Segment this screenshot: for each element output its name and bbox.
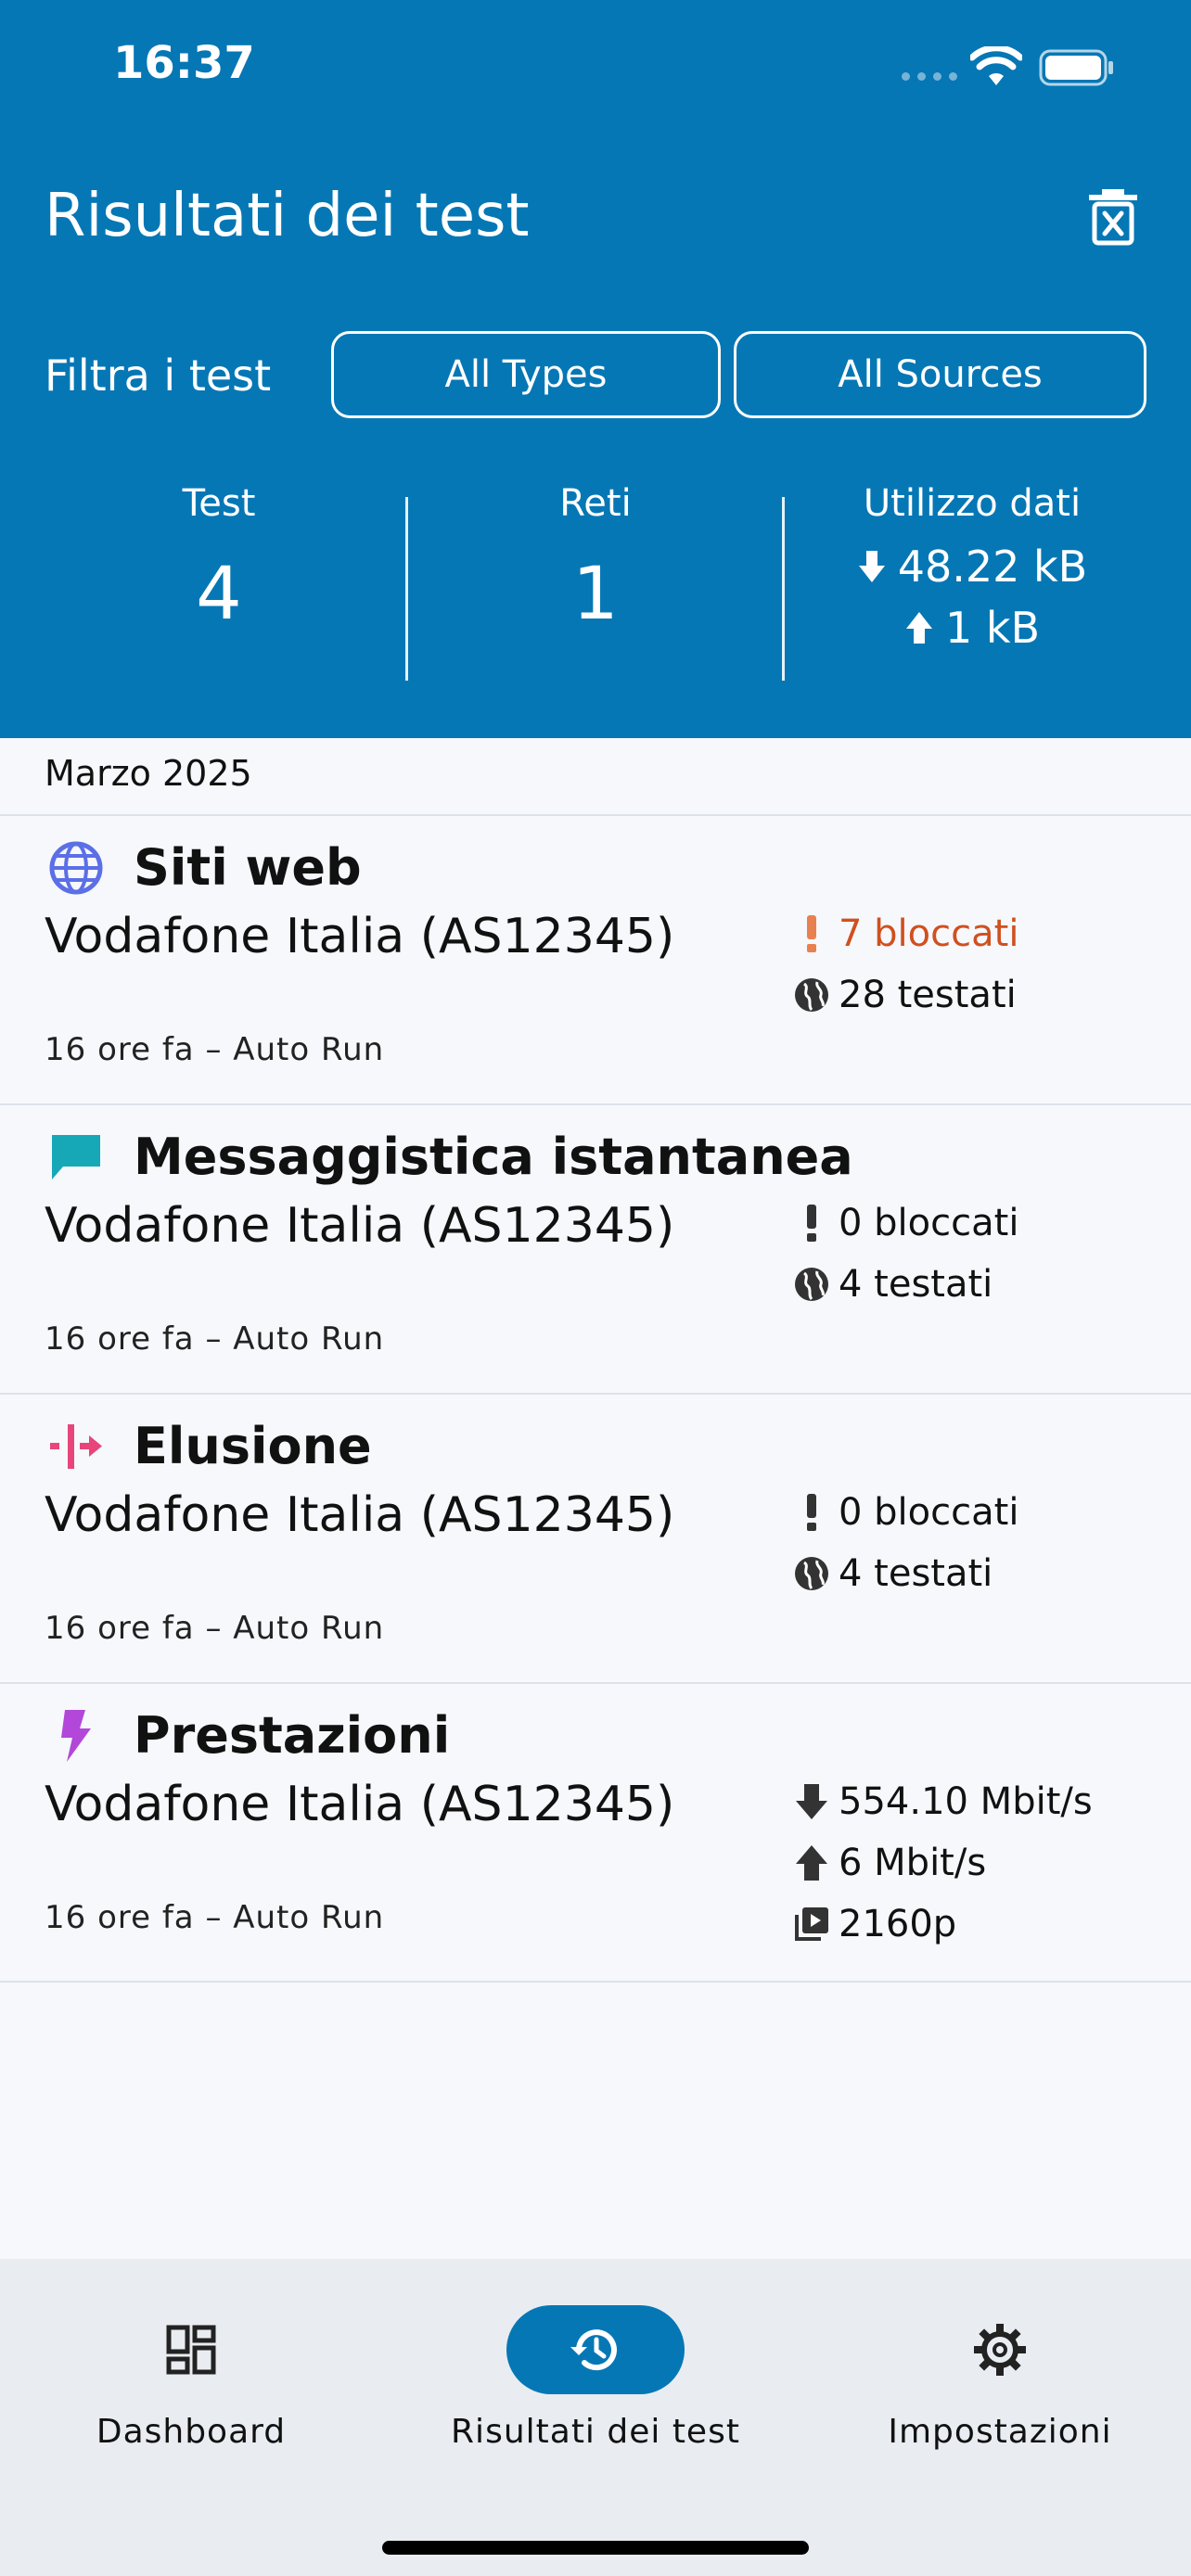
delete-all-icon[interactable] xyxy=(1085,187,1141,247)
month-header: Marzo 2025 xyxy=(45,753,252,794)
globe-icon xyxy=(49,841,103,895)
nav-dashboard-label: Dashboard xyxy=(96,2413,287,2451)
upload-arrow-icon xyxy=(796,1845,827,1881)
exclamation-icon xyxy=(807,915,816,952)
filter-types-button[interactable]: All Types xyxy=(331,331,721,418)
gear-icon xyxy=(974,2324,1026,2376)
result-meta: 16 ore fa – Auto Run xyxy=(45,1031,385,1068)
result-meta: 16 ore fa – Auto Run xyxy=(45,1899,385,1936)
result-title: Siti web xyxy=(134,838,362,897)
result-row-websites[interactable]: Siti web Vodafone Italia (AS12345) 16 or… xyxy=(0,814,1191,1105)
bottom-navigation: Dashboard Risultati dei test Impostazion… xyxy=(0,2259,1191,2576)
chat-icon xyxy=(52,1135,100,1180)
result-network: Vodafone Italia (AS12345) xyxy=(45,909,675,964)
stat-tests-value: 4 xyxy=(196,553,242,636)
page-title: Risultati dei test xyxy=(45,182,530,250)
stat-data-usage: Utilizzo dati 48.22 kB 1 kB xyxy=(787,482,1158,653)
result-title: Elusione xyxy=(134,1417,372,1475)
home-indicator xyxy=(382,2541,809,2555)
stat-networks: Reti 1 xyxy=(410,482,781,636)
metric-blocked: 0 bloccati xyxy=(788,1202,1018,1244)
metric-upload-value: 6 Mbit/s xyxy=(839,1842,987,1884)
result-row-performance[interactable]: Prestazioni Vodafone Italia (AS12345) 16… xyxy=(0,1682,1191,1983)
nav-results-active-pill xyxy=(506,2305,685,2394)
circumvention-icon xyxy=(50,1424,102,1469)
upload-arrow-icon xyxy=(905,612,932,644)
signal-icon xyxy=(902,72,957,81)
lightning-icon xyxy=(61,1710,91,1762)
result-row-messaging[interactable]: Messaggistica istantanea Vodafone Italia… xyxy=(0,1103,1191,1395)
result-meta: 16 ore fa – Auto Run xyxy=(45,1320,385,1358)
data-upload: 1 kB xyxy=(787,603,1158,653)
stat-networks-value: 1 xyxy=(572,553,619,636)
metric-tested-value: 28 testati xyxy=(839,974,1017,1016)
metric-blocked: 0 bloccati xyxy=(788,1491,1018,1534)
stat-divider xyxy=(782,497,785,681)
globe-filled-icon xyxy=(795,1268,828,1301)
exclamation-icon xyxy=(807,1205,816,1242)
result-title: Prestazioni xyxy=(134,1706,451,1765)
result-row-circumvention[interactable]: Elusione Vodafone Italia (AS12345) 16 or… xyxy=(0,1393,1191,1684)
stat-divider xyxy=(405,497,408,681)
data-download-value: 48.22 kB xyxy=(897,542,1088,592)
result-meta: 16 ore fa – Auto Run xyxy=(45,1610,385,1647)
globe-filled-icon xyxy=(795,978,828,1012)
filter-sources-button[interactable]: All Sources xyxy=(734,331,1146,418)
download-arrow-icon xyxy=(858,551,885,582)
globe-filled-icon xyxy=(795,1557,828,1590)
metric-download-value: 554.10 Mbit/s xyxy=(839,1780,1093,1823)
result-network: Vodafone Italia (AS12345) xyxy=(45,1198,675,1254)
metric-blocked-value: 0 bloccati xyxy=(839,1202,1019,1244)
metric-upload: 6 Mbit/s xyxy=(788,1842,986,1884)
metric-tested: 4 testati xyxy=(788,1552,992,1595)
settings-icon-wrap xyxy=(911,2305,1089,2394)
metric-download: 554.10 Mbit/s xyxy=(788,1780,1093,1823)
dashboard-icon-wrap xyxy=(102,2305,280,2394)
metric-blocked: 7 bloccati xyxy=(788,912,1018,955)
metric-tested-value: 4 testati xyxy=(839,1552,993,1595)
metric-video-value: 2160p xyxy=(839,1903,957,1945)
metric-tested: 28 testati xyxy=(788,974,1017,1016)
metric-video: 2160p xyxy=(788,1903,956,1945)
metric-blocked-value: 7 bloccati xyxy=(839,912,1019,955)
result-title: Messaggistica istantanea xyxy=(134,1128,853,1186)
stat-data-label: Utilizzo dati xyxy=(863,482,1082,525)
exclamation-icon xyxy=(807,1494,816,1531)
data-upload-value: 1 kB xyxy=(944,603,1041,653)
stat-tests-label: Test xyxy=(182,482,256,525)
dashboard-icon xyxy=(166,2325,216,2375)
header: 16:37 Risultati dei test Filtra i test A… xyxy=(0,0,1191,738)
nav-dashboard[interactable]: Dashboard xyxy=(96,2305,285,2451)
metric-tested: 4 testati xyxy=(788,1263,992,1306)
nav-settings[interactable]: Impostazioni xyxy=(888,2305,1111,2451)
data-download: 48.22 kB xyxy=(787,542,1158,592)
metric-tested-value: 4 testati xyxy=(839,1263,993,1306)
result-network: Vodafone Italia (AS12345) xyxy=(45,1777,675,1832)
wifi-icon xyxy=(970,46,1022,85)
metric-blocked-value: 0 bloccati xyxy=(839,1491,1019,1534)
download-arrow-icon xyxy=(796,1784,827,1819)
nav-results-label: Risultati dei test xyxy=(451,2413,740,2451)
video-library-icon xyxy=(795,1907,828,1941)
filter-label: Filtra i test xyxy=(45,351,272,401)
status-time: 16:37 xyxy=(113,37,255,89)
nav-results[interactable]: Risultati dei test xyxy=(451,2305,739,2451)
nav-settings-label: Impostazioni xyxy=(888,2413,1112,2451)
history-icon xyxy=(570,2329,617,2371)
result-network: Vodafone Italia (AS12345) xyxy=(45,1487,675,1543)
stat-tests: Test 4 xyxy=(33,482,404,636)
stat-networks-label: Reti xyxy=(559,482,632,525)
battery-icon xyxy=(1039,49,1113,86)
